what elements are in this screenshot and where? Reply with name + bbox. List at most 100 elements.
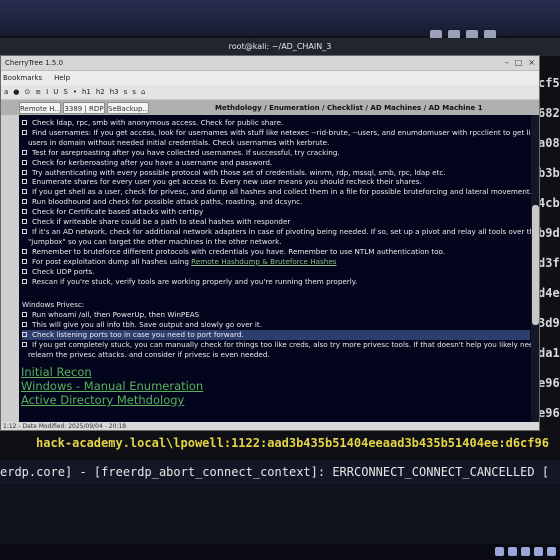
line-text: Check for kerberoasting after you have a… bbox=[32, 157, 273, 167]
tree-panel[interactable] bbox=[1, 115, 19, 423]
checklist-item[interactable]: Enumerate shares for every user you get … bbox=[22, 177, 530, 187]
toolbar-button[interactable]: • bbox=[73, 85, 77, 99]
menu-help[interactable]: Help bbox=[54, 71, 70, 85]
cherrytree-titlebar[interactable]: CherryTree 1.5.0 – □ × bbox=[1, 56, 539, 71]
checklist: Check ldap, rpc, smb with anonymous acce… bbox=[22, 118, 531, 360]
terminal-hash-fragment: d4e bbox=[538, 286, 560, 300]
terminal-hash-fragment: da1 bbox=[538, 346, 560, 360]
text-line: "jumpbox" so you can target the other ma… bbox=[22, 237, 530, 247]
terminal-hash-fragment: 4cb bbox=[538, 196, 560, 210]
internal-link[interactable]: Remote Hashdump & Bruteforce Hashes bbox=[191, 257, 336, 266]
maximize-icon[interactable]: □ bbox=[515, 58, 523, 68]
line-text: Enumerate shares for every user you get … bbox=[32, 177, 422, 187]
line-text: "jumpbox" so you can target the other ma… bbox=[28, 236, 282, 246]
toolbar-button[interactable]: U bbox=[53, 85, 58, 99]
line-text: Try authenticating with every possible p… bbox=[32, 167, 446, 177]
checklist-item[interactable]: Check ldap, rpc, smb with anonymous acce… bbox=[22, 118, 530, 128]
checklist-item[interactable]: Test for asreproasting after you have co… bbox=[22, 148, 530, 158]
checklist-item[interactable]: Check listening ports too in case you ne… bbox=[22, 330, 530, 340]
toolbar-button[interactable]: ● bbox=[13, 85, 19, 99]
terminal-hash-fragment: a08 bbox=[538, 136, 560, 150]
line-text: Rescan if you're stuck, verify tools are… bbox=[32, 276, 358, 286]
tab-sebackup[interactable]: SeBackup... bbox=[107, 102, 149, 114]
cherrytree-window: CherryTree 1.5.0 – □ × Bookmarks Help a ●… bbox=[0, 55, 540, 431]
text-line bbox=[22, 286, 530, 296]
terminal-hash-fragment: 3d9 bbox=[538, 316, 560, 330]
node-link[interactable]: Active Directory Methdology bbox=[21, 393, 203, 407]
line-text: For post exploitation dump all hashes us… bbox=[32, 256, 192, 266]
section-heading: Windows Privesc: bbox=[22, 300, 530, 310]
line-text: Run whoami /all, then PowerUp, then WinP… bbox=[32, 310, 200, 320]
tray-icon[interactable] bbox=[521, 547, 530, 556]
link-list: Initial Recon Windows - Manual Enumeratio… bbox=[21, 365, 203, 407]
tray-icon[interactable] bbox=[495, 547, 504, 556]
checklist-item[interactable]: Run whoami /all, then PowerUp, then WinP… bbox=[22, 310, 530, 320]
checklist-item[interactable]: Find usernames: If you get access, look … bbox=[22, 127, 531, 138]
terminal-hash-fragment: d3f bbox=[538, 256, 560, 270]
line-text: If it's an AD network, check for additio… bbox=[32, 226, 531, 236]
line-text: Windows Privesc: bbox=[22, 300, 85, 310]
tray-icon[interactable] bbox=[547, 547, 556, 556]
checklist-item[interactable]: Check UDP ports. bbox=[22, 267, 530, 277]
editor-scrollbar[interactable] bbox=[531, 115, 539, 423]
toolbar-button[interactable]: ≡ bbox=[35, 85, 41, 99]
toolbar-button[interactable]: h2 bbox=[96, 85, 105, 99]
toolbar-button[interactable]: a bbox=[4, 85, 8, 99]
terminal-empty-area bbox=[0, 486, 560, 544]
toolbar-button[interactable]: s bbox=[124, 85, 128, 99]
close-icon[interactable]: × bbox=[528, 58, 535, 68]
tab-remote-h[interactable]: Remote H... bbox=[19, 102, 61, 114]
menu-bookmarks[interactable]: Bookmarks bbox=[3, 71, 42, 85]
node-editor[interactable]: Check ldap, rpc, smb with anonymous acce… bbox=[19, 115, 531, 423]
checklist-item[interactable]: This will give you all info tbh. Save ou… bbox=[22, 320, 530, 330]
node-link[interactable]: Initial Recon bbox=[21, 365, 203, 379]
menu-bar: Bookmarks Help bbox=[1, 71, 539, 85]
node-link[interactable]: Windows - Manual Enumeration bbox=[21, 379, 203, 393]
terminal-hash-fragment: cf59 bbox=[538, 76, 560, 90]
toolbar-button[interactable]: S bbox=[63, 85, 67, 99]
checklist-item[interactable]: For post exploitation dump all hashes us… bbox=[22, 257, 530, 267]
checklist-item[interactable]: If you get shell as a user, check for pr… bbox=[22, 187, 531, 197]
formatting-toolbar: a ● ⊙ ≡ I U S • h1 h2 h3 s s ⌂ bbox=[1, 85, 539, 100]
text-line: users in domain without needed initial c… bbox=[22, 138, 530, 148]
checklist-item[interactable]: Remember to bruteforce different protoco… bbox=[22, 247, 530, 257]
checklist-item[interactable]: Run bloodhound and check for possible at… bbox=[22, 197, 530, 207]
terminal-title: root@kali: ~/AD_CHAIN_3 bbox=[0, 38, 560, 56]
line-text: Find usernames: If you get access, look … bbox=[32, 127, 531, 137]
terminal-hash-fragment: b3b bbox=[538, 166, 560, 180]
toolbar-button[interactable]: ⊙ bbox=[24, 85, 30, 99]
line-text: Check UDP ports. bbox=[32, 266, 95, 276]
terminal-hash-fragment: e96 bbox=[538, 406, 560, 420]
system-tray bbox=[495, 547, 556, 556]
checklist-item[interactable]: Try authenticating with every possible p… bbox=[22, 168, 530, 178]
taskbar bbox=[0, 544, 560, 560]
checklist-item[interactable]: If you get completely stuck, you can man… bbox=[22, 339, 531, 350]
minimize-icon[interactable]: – bbox=[505, 58, 509, 68]
toolbar-button[interactable]: ⌂ bbox=[141, 85, 145, 99]
window-title: CherryTree 1.5.0 bbox=[5, 59, 64, 67]
checklist-item[interactable]: Rescan if you're stuck, verify tools are… bbox=[22, 277, 530, 287]
tab-rdp[interactable]: 3389 | RDP bbox=[63, 102, 105, 114]
tray-icon[interactable] bbox=[534, 547, 543, 556]
toolbar-button[interactable]: s bbox=[132, 85, 136, 99]
terminal-hash-fragment: b9d bbox=[538, 226, 560, 240]
checklist-item[interactable]: Check if writeable share could be a path… bbox=[22, 217, 530, 227]
tray-icon[interactable] bbox=[508, 547, 517, 556]
terminal-hash-fragment: e96 bbox=[538, 376, 560, 390]
status-bar: 1:12 - Date Modified: 2025/09/04 - 20:18 bbox=[1, 422, 539, 430]
text-line: relearn the privesc attacks. and conside… bbox=[22, 350, 530, 360]
checklist-item[interactable]: Check for Certificate based attacks with… bbox=[22, 207, 530, 217]
line-text: Check for Certificate based attacks with… bbox=[32, 207, 204, 217]
breadcrumb[interactable]: Methdology / Enumeration / Checklist / A… bbox=[215, 100, 483, 116]
toolbar-button[interactable]: h1 bbox=[82, 85, 91, 99]
checklist-item[interactable]: If it's an AD network, check for additio… bbox=[22, 226, 531, 237]
line-text: Run bloodhound and check for possible at… bbox=[32, 197, 303, 207]
scrollbar-thumb[interactable] bbox=[532, 205, 539, 325]
checklist-item[interactable]: Check for kerberoasting after you have a… bbox=[22, 158, 530, 168]
toolbar-button[interactable]: h3 bbox=[110, 85, 119, 99]
toolbar-button[interactable]: I bbox=[46, 85, 48, 99]
line-text: If you get completely stuck, you can man… bbox=[32, 339, 531, 349]
terminal-hash-fragment: 682 bbox=[538, 106, 560, 120]
line-text: This will give you all info tbh. Save ou… bbox=[32, 320, 263, 330]
line-text: Check if writeable share could be a path… bbox=[32, 217, 291, 227]
